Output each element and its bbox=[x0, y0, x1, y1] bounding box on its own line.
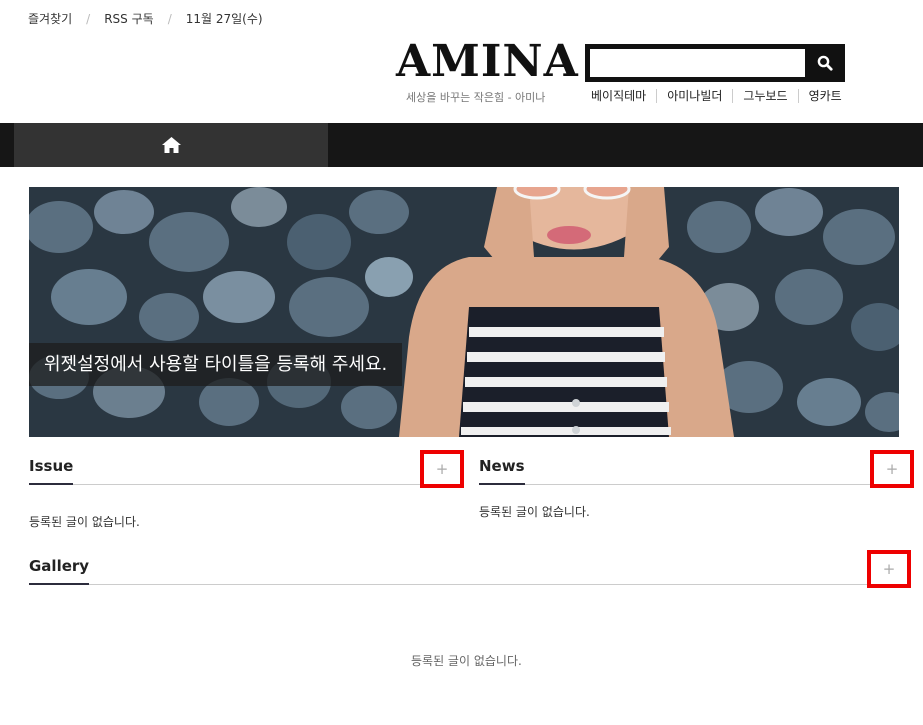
issue-empty-text: 등록된 글이 없습니다. bbox=[29, 515, 140, 529]
site-logo[interactable]: AMINA bbox=[396, 36, 579, 87]
gallery-title[interactable]: Gallery bbox=[29, 555, 90, 585]
main-banner[interactable]: 위젯설정에서 사용할 타이틀을 등록해 주세요. bbox=[29, 187, 899, 437]
gallery-section-header: Gallery + bbox=[29, 550, 911, 588]
news-section-header: News + bbox=[479, 450, 914, 488]
issue-title[interactable]: Issue bbox=[29, 455, 74, 485]
news-empty-text: 등록된 글이 없습니다. bbox=[479, 505, 590, 519]
gallery-empty-text: 등록된 글이 없습니다. bbox=[411, 654, 522, 668]
issue-section-header: Issue + bbox=[29, 450, 464, 488]
divider: / bbox=[167, 11, 172, 26]
home-button[interactable] bbox=[14, 123, 328, 167]
top-utility-bar: 즐겨찾기 / RSS 구독 / 11월 27일(수) bbox=[28, 10, 263, 27]
quicklink-youngcart[interactable]: 영카트 bbox=[797, 89, 852, 103]
news-more-button[interactable]: + bbox=[870, 450, 914, 488]
rss-link[interactable]: RSS 구독 bbox=[104, 10, 153, 27]
quick-links: 베이직테마 아미나빌더 그누보드 영카트 bbox=[591, 89, 852, 103]
search-input[interactable] bbox=[590, 49, 805, 77]
quicklink-amina-builder[interactable]: 아미나빌더 bbox=[656, 89, 732, 103]
issue-more-button[interactable]: + bbox=[420, 450, 464, 488]
site-tagline: 세상을 바꾸는 작은힘 - 아미나 bbox=[406, 91, 546, 104]
date-text: 11월 27일(수) bbox=[185, 12, 263, 26]
quicklink-gnuboard[interactable]: 그누보드 bbox=[732, 89, 797, 103]
search-button[interactable] bbox=[805, 44, 845, 82]
bookmark-link[interactable]: 즐겨찾기 bbox=[28, 10, 72, 27]
home-icon bbox=[161, 137, 181, 153]
banner-image bbox=[29, 187, 899, 437]
banner-caption: 위젯설정에서 사용할 타이틀을 등록해 주세요. bbox=[29, 343, 403, 386]
search-box bbox=[585, 44, 845, 82]
main-nav bbox=[0, 123, 923, 167]
news-title[interactable]: News bbox=[479, 455, 525, 485]
search-icon bbox=[817, 55, 833, 71]
gallery-more-button[interactable]: + bbox=[867, 550, 911, 588]
quicklink-basic-theme[interactable]: 베이직테마 bbox=[591, 89, 656, 103]
divider: / bbox=[86, 11, 91, 26]
